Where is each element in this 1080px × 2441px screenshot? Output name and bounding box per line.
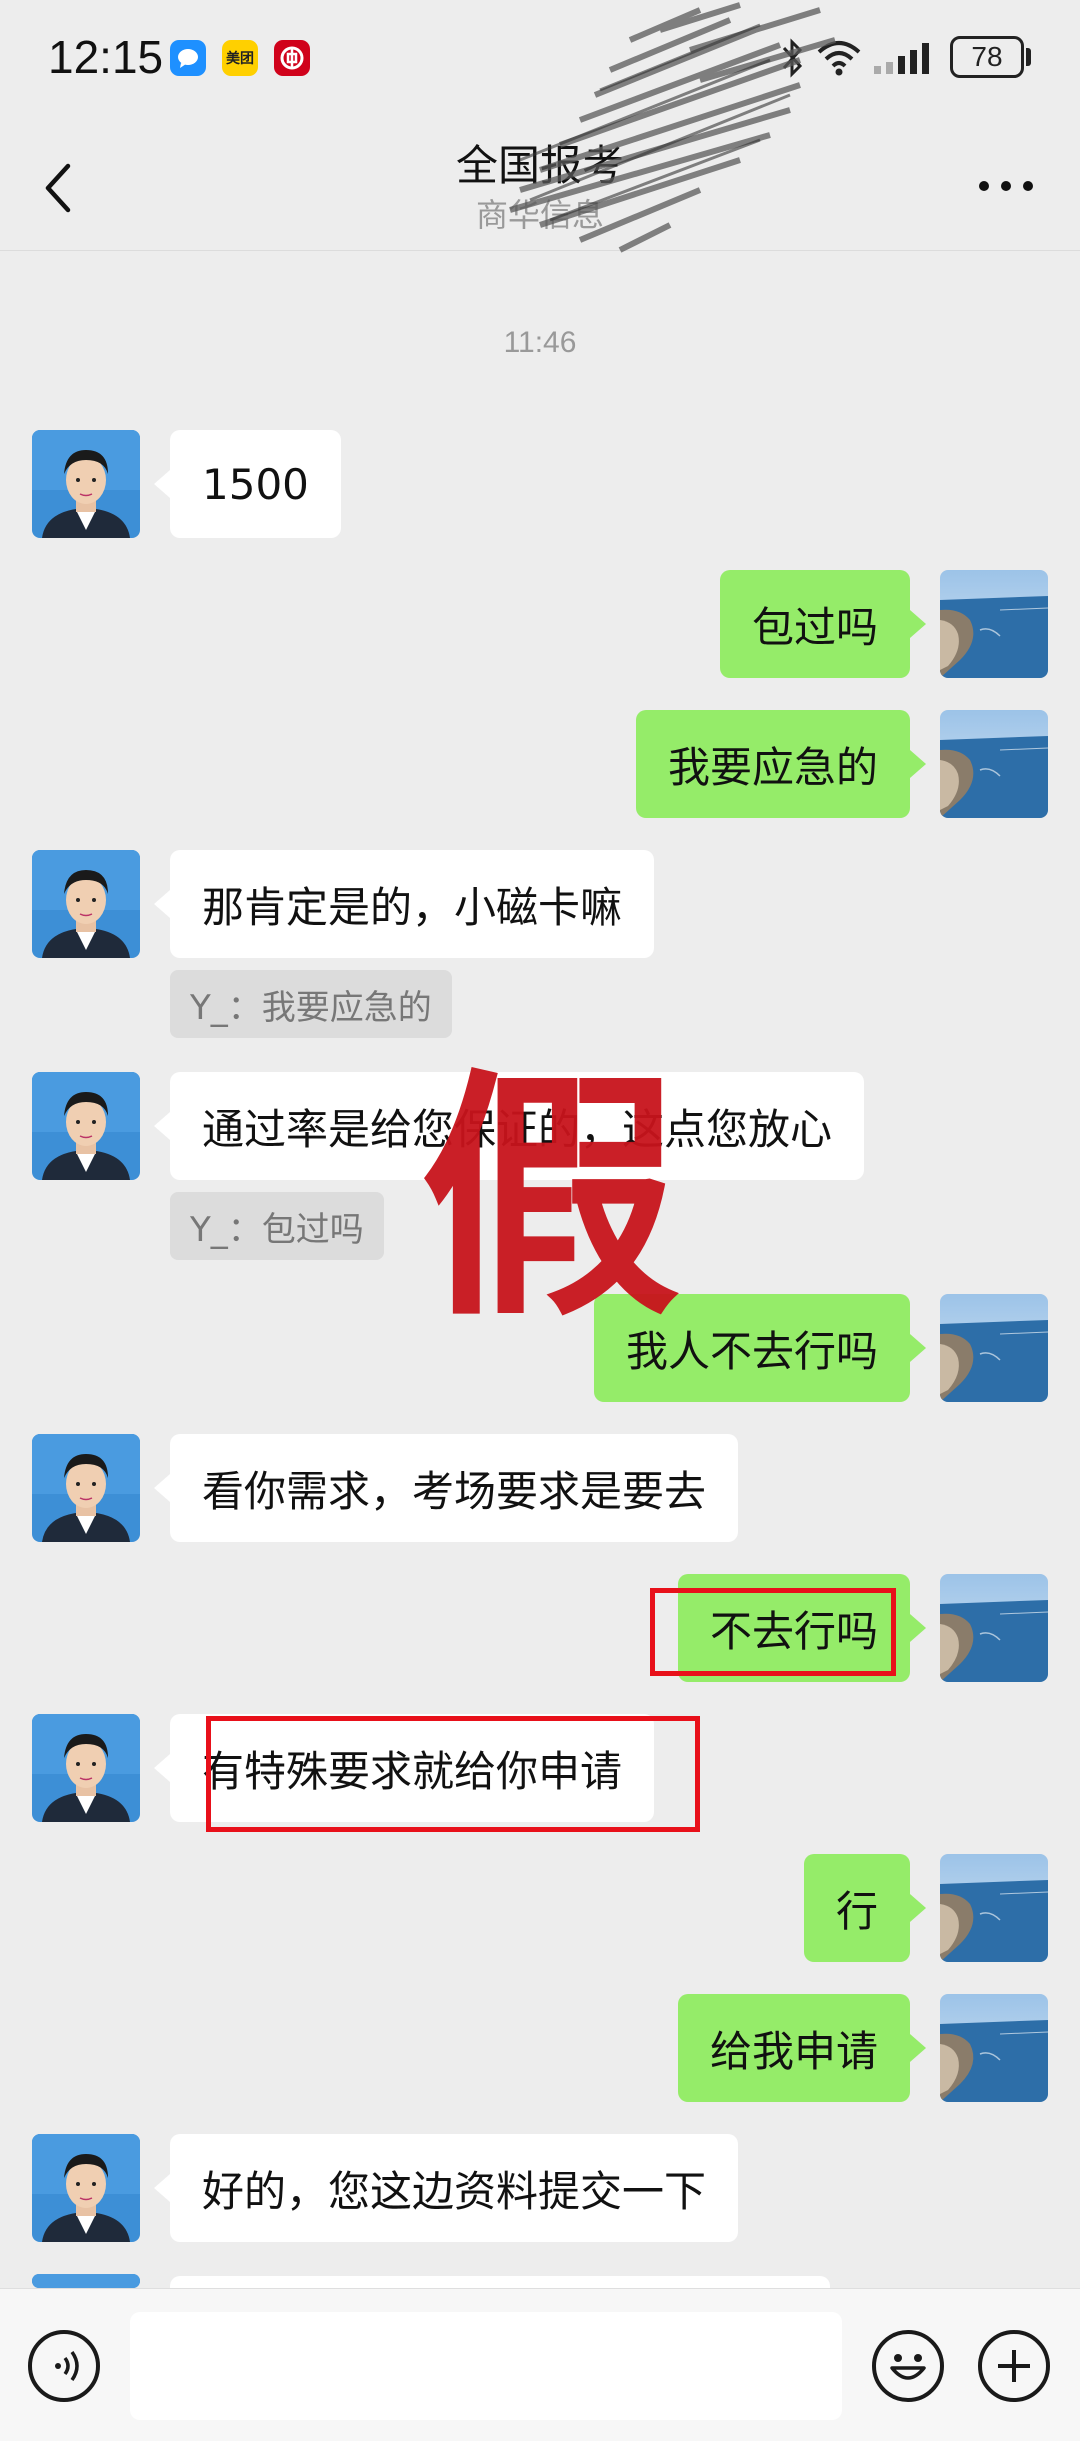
contact-avatar[interactable] — [32, 2134, 140, 2242]
incoming-message[interactable]: 好的，您这边资料提交一下 — [170, 2134, 739, 2242]
battery-tip — [1026, 48, 1031, 66]
contact-avatar-portrait-icon — [32, 850, 140, 958]
bank-app-icon — [274, 40, 310, 76]
more-options-icon[interactable] — [976, 176, 1036, 196]
bubble-tail — [910, 2034, 926, 2062]
outgoing-message[interactable]: 给我申请 — [677, 1994, 910, 2102]
voice-button[interactable] — [28, 2330, 100, 2402]
highlight-box — [650, 1588, 896, 1676]
bubble-tail — [154, 1754, 170, 1782]
outgoing-message[interactable]: 包过吗 — [719, 570, 910, 678]
user-avatar-photo-icon — [940, 570, 1048, 678]
add-icon — [998, 2350, 1030, 2382]
bubble-tail — [154, 1112, 170, 1140]
bubble-tail — [910, 750, 926, 778]
quoted-reply[interactable]: Y_：我要应急的 — [170, 970, 452, 1038]
quoted-reply[interactable]: Y_：包过吗 — [170, 1192, 384, 1260]
user-avatar[interactable] — [940, 1854, 1048, 1962]
user-avatar[interactable] — [940, 570, 1048, 678]
bubble-tail — [154, 470, 170, 498]
contact-avatar[interactable] — [32, 1714, 140, 1822]
contact-avatar[interactable] — [32, 2274, 140, 2288]
incoming-message[interactable]: 1500 — [170, 430, 341, 538]
contact-avatar[interactable] — [32, 1072, 140, 1180]
highlight-box — [206, 1716, 700, 1832]
contact-avatar[interactable] — [32, 1434, 140, 1542]
user-avatar-photo-icon — [940, 710, 1048, 818]
battery-level: 78 — [971, 41, 1003, 72]
bubble-tail — [910, 1894, 926, 1922]
contact-avatar[interactable] — [32, 430, 140, 538]
signal-icon — [874, 43, 929, 74]
battery-indicator: 78 — [950, 36, 1024, 78]
message-timestamp: 11:46 — [503, 326, 577, 359]
message-app-icon — [170, 40, 206, 76]
contact-avatar-portrait-icon — [32, 2134, 140, 2242]
bubble-tail — [910, 610, 926, 638]
message-input[interactable] — [130, 2312, 842, 2420]
redaction-scribble — [509, 2, 836, 253]
contact-avatar[interactable] — [32, 850, 140, 958]
user-avatar-photo-icon — [940, 1854, 1048, 1962]
incoming-message-partial — [170, 2276, 830, 2288]
meituan-app-icon: 美团 — [222, 40, 258, 76]
incoming-message[interactable]: 看你需求，考场要求是要去 — [170, 1434, 739, 1542]
fake-watermark: 假 — [420, 1049, 680, 1351]
user-avatar-photo-icon — [940, 1294, 1048, 1402]
outgoing-message[interactable]: 我要应急的 — [635, 710, 910, 818]
user-avatar[interactable] — [940, 1574, 1048, 1682]
emoji-button[interactable] — [872, 2330, 944, 2402]
bubble-tail — [154, 2174, 170, 2202]
user-avatar[interactable] — [940, 1994, 1048, 2102]
contact-avatar-portrait-icon — [32, 1434, 140, 1542]
voice-icon — [55, 2350, 79, 2382]
bubble-tail — [154, 1474, 170, 1502]
contact-avatar-portrait-icon — [32, 430, 140, 538]
incoming-message[interactable]: 那肯定是的，小磁卡嘛 — [170, 850, 655, 958]
contact-avatar-portrait-icon — [32, 1714, 140, 1822]
meituan-label: 美团 — [226, 51, 254, 67]
bubble-tail — [910, 1614, 926, 1642]
user-avatar-photo-icon — [940, 1994, 1048, 2102]
contact-avatar-portrait-icon — [32, 1072, 140, 1180]
user-avatar[interactable] — [940, 1294, 1048, 1402]
bubble-tail — [154, 890, 170, 918]
user-avatar-photo-icon — [940, 1574, 1048, 1682]
add-button[interactable] — [978, 2330, 1050, 2402]
status-time: 12:15 — [48, 31, 164, 83]
bubble-tail — [910, 1334, 926, 1362]
emoji-icon — [890, 2354, 926, 2380]
outgoing-message[interactable]: 行 — [803, 1854, 910, 1962]
user-avatar[interactable] — [940, 710, 1048, 818]
